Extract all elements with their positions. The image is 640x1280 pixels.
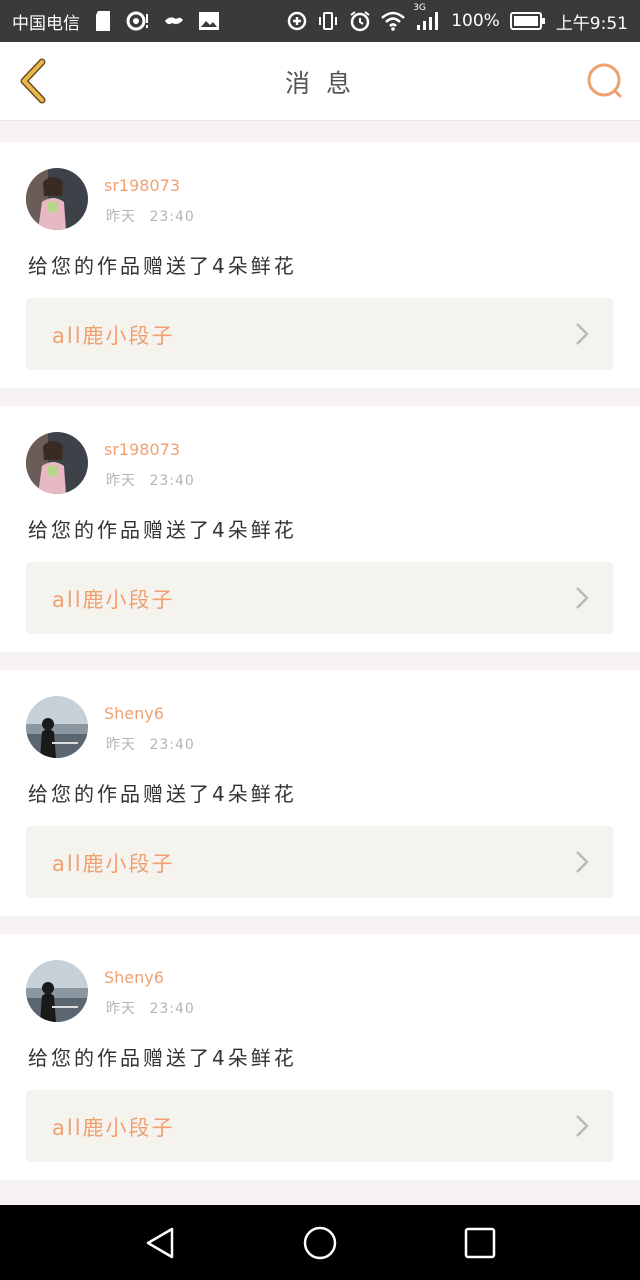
message-clock: 23:40 bbox=[149, 1001, 195, 1017]
message-card: sr198073 昨天 23:40 给您的作品赠送了4朵鲜花 all鹿小段子 bbox=[0, 406, 640, 652]
nav-home-button[interactable] bbox=[302, 1225, 338, 1261]
battery-level: 100% bbox=[451, 11, 500, 31]
work-title: all鹿小段子 bbox=[52, 324, 175, 348]
message-text: 给您的作品赠送了4朵鲜花 bbox=[28, 1046, 297, 1070]
app-notification-icon bbox=[164, 14, 184, 28]
app-header: 消 息 bbox=[0, 42, 640, 121]
image-icon bbox=[198, 11, 220, 31]
username[interactable]: sr198073 bbox=[104, 440, 180, 459]
message-text: 给您的作品赠送了4朵鲜花 bbox=[28, 782, 297, 806]
clock: 上午9:51 bbox=[555, 13, 628, 34]
alarm-icon bbox=[349, 10, 371, 32]
sd-card-icon bbox=[94, 10, 112, 32]
avatar[interactable] bbox=[26, 696, 88, 758]
triangle-back-icon bbox=[146, 1227, 174, 1259]
message-time: 昨天 23:40 bbox=[106, 206, 195, 226]
status-bar-right: 3G 100% 上午9:51 bbox=[287, 3, 628, 34]
chevron-right-icon bbox=[576, 587, 589, 609]
message-text: 给您的作品赠送了4朵鲜花 bbox=[28, 518, 297, 542]
avatar[interactable] bbox=[26, 432, 88, 494]
message-clock: 23:40 bbox=[149, 209, 195, 225]
system-nav-bar bbox=[0, 1205, 640, 1280]
message-day: 昨天 bbox=[106, 1001, 136, 1017]
nav-back-button[interactable] bbox=[142, 1225, 178, 1261]
message-day: 昨天 bbox=[106, 473, 136, 489]
chevron-right-icon bbox=[576, 851, 589, 873]
message-day: 昨天 bbox=[106, 209, 136, 225]
notification-icon bbox=[126, 10, 150, 32]
work-title: all鹿小段子 bbox=[52, 1116, 175, 1140]
work-link[interactable]: all鹿小段子 bbox=[26, 562, 613, 634]
username[interactable]: Sheny6 bbox=[104, 704, 164, 723]
message-clock: 23:40 bbox=[149, 473, 195, 489]
message-time: 昨天 23:40 bbox=[106, 998, 195, 1018]
status-bar: 中国电信 3G 100% 上午9:51 bbox=[0, 0, 640, 42]
wifi-icon bbox=[381, 11, 406, 31]
avatar[interactable] bbox=[26, 960, 88, 1022]
signal-icon: 3G bbox=[413, 3, 441, 31]
circle-home-icon bbox=[303, 1226, 337, 1260]
message-text: 给您的作品赠送了4朵鲜花 bbox=[28, 254, 297, 278]
work-link[interactable]: all鹿小段子 bbox=[26, 826, 613, 898]
avatar[interactable] bbox=[26, 168, 88, 230]
search-button[interactable] bbox=[584, 60, 626, 102]
carrier-name: 中国电信 bbox=[12, 13, 80, 34]
work-link[interactable]: all鹿小段子 bbox=[26, 1090, 613, 1162]
page-title: 消 息 bbox=[285, 69, 355, 98]
square-recents-icon bbox=[464, 1227, 496, 1259]
message-clock: 23:40 bbox=[149, 737, 195, 753]
nav-recents-button[interactable] bbox=[462, 1225, 498, 1261]
network-type: 3G bbox=[413, 3, 426, 13]
battery-icon bbox=[509, 11, 546, 31]
search-icon bbox=[587, 63, 622, 98]
message-card: sr198073 昨天 23:40 给您的作品赠送了4朵鲜花 all鹿小段子 bbox=[0, 142, 640, 388]
message-card: Sheny6 昨天 23:40 给您的作品赠送了4朵鲜花 all鹿小段子 bbox=[0, 670, 640, 916]
vibrate-icon bbox=[317, 11, 339, 31]
username[interactable]: sr198073 bbox=[104, 176, 180, 195]
chevron-right-icon bbox=[576, 323, 589, 345]
message-time: 昨天 23:40 bbox=[106, 470, 195, 490]
work-title: all鹿小段子 bbox=[52, 588, 175, 612]
message-day: 昨天 bbox=[106, 737, 136, 753]
username[interactable]: Sheny6 bbox=[104, 968, 164, 987]
data-saver-icon bbox=[287, 11, 307, 31]
message-card: Sheny6 昨天 23:40 给您的作品赠送了4朵鲜花 all鹿小段子 bbox=[0, 934, 640, 1180]
chevron-right-icon bbox=[576, 1115, 589, 1137]
work-title: all鹿小段子 bbox=[52, 852, 175, 876]
message-list: sr198073 昨天 23:40 给您的作品赠送了4朵鲜花 all鹿小段子 s… bbox=[0, 142, 640, 1198]
message-time: 昨天 23:40 bbox=[106, 734, 195, 754]
status-bar-left: 中国电信 bbox=[12, 9, 220, 34]
work-link[interactable]: all鹿小段子 bbox=[26, 298, 613, 370]
